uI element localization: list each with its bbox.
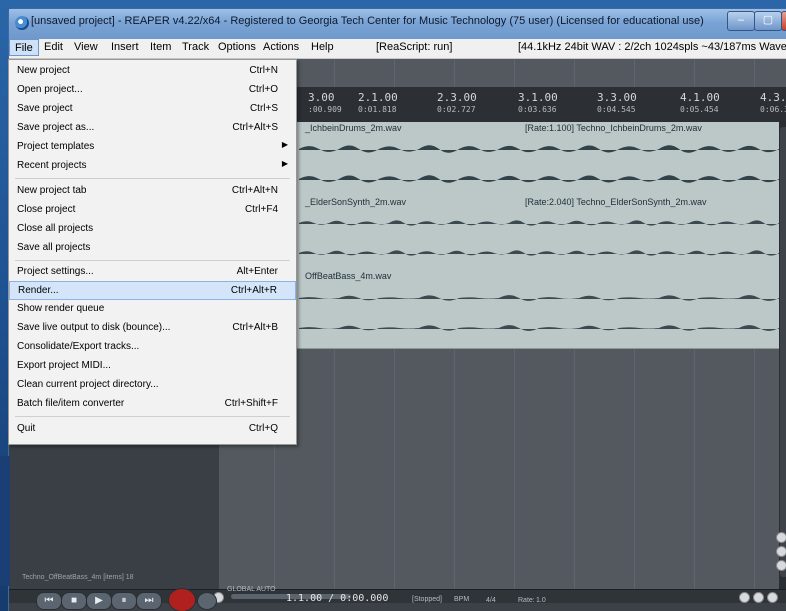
menu-new-project[interactable]: New project Ctrl+N	[9, 62, 296, 81]
menu-edit[interactable]: Edit	[44, 41, 63, 53]
zoom-out-button[interactable]	[776, 546, 786, 557]
menu-bar: File Edit View Insert Item Track Options…	[9, 39, 786, 59]
item-label: OffBeatBass_4m.wav	[305, 271, 392, 281]
menu-save-all-projects[interactable]: Save all projects	[9, 239, 296, 258]
menu-help[interactable]: Help	[311, 41, 334, 53]
title-bar[interactable]: [unsaved project] - REAPER v4.22/x64 - R…	[9, 9, 786, 39]
menu-actions[interactable]: Actions	[263, 41, 299, 53]
maximize-button[interactable]: ▢	[754, 11, 782, 31]
vertical-scrollbar-thumb[interactable]	[780, 127, 786, 577]
menu-save-project-as[interactable]: Save project as... Ctrl+Alt+S	[9, 119, 296, 138]
menu-clean-project-directory[interactable]: Clean current project directory...	[9, 376, 296, 395]
hzoom-out-button[interactable]	[753, 592, 764, 603]
play-state-label: [Stopped]	[412, 596, 442, 603]
menu-file[interactable]: File	[9, 39, 39, 56]
waveform-track-1	[299, 145, 779, 183]
hzoom-in-button[interactable]	[739, 592, 750, 603]
bpm-label[interactable]: BPM	[454, 596, 469, 603]
close-button[interactable]: ✕	[781, 11, 786, 31]
ruler-tick: 3.00:00.909	[308, 91, 342, 114]
menu-track[interactable]: Track	[182, 41, 209, 53]
stop-button[interactable]: ■	[61, 592, 87, 610]
menu-render[interactable]: Render... Ctrl+Alt+R	[9, 281, 296, 300]
track-2-lane[interactable]: _ElderSonSynth_2m.wav [Rate:2.040] Techn…	[219, 196, 786, 271]
pause-button[interactable]: ⏸	[111, 592, 137, 610]
menu-open-project[interactable]: Open project... Ctrl+O	[9, 81, 296, 100]
zoom-reset-button[interactable]	[776, 560, 786, 571]
go-to-start-button[interactable]: ⏮	[36, 592, 62, 610]
reascript-status: [ReaScript: run]	[376, 41, 453, 53]
submenu-arrow-icon: ▶	[281, 140, 288, 149]
rate-value[interactable]: 1.0	[536, 597, 546, 604]
item-label: _IchbeinDrums_2m.wav	[305, 123, 402, 133]
menu-show-render-queue[interactable]: Show render queue	[9, 300, 296, 319]
menu-project-templates[interactable]: Project templates ▶	[9, 138, 296, 157]
audio-device-status: [44.1kHz 24bit WAV : 2/2ch 1024spls ~43/…	[518, 41, 786, 53]
screen: [unsaved project] - REAPER v4.22/x64 - R…	[0, 0, 786, 611]
item-selection-status: Techno_OffBeatBass_4m [items] 18	[22, 574, 134, 581]
go-to-end-button[interactable]: ⏭	[136, 592, 162, 610]
menu-project-settings[interactable]: Project settings... Alt+Enter	[9, 263, 296, 282]
ruler-tick: 4.1.00 0:05.454	[680, 91, 720, 114]
file-menu-dropdown: New project Ctrl+N Open project... Ctrl+O …	[8, 59, 297, 445]
menu-batch-converter[interactable]: Batch file/item converter Ctrl+Shift+F	[9, 395, 296, 414]
menu-export-midi[interactable]: Export project MIDI...	[9, 357, 296, 376]
minimize-button[interactable]: –	[727, 11, 755, 31]
time-signature-label[interactable]: 4/4	[486, 597, 496, 604]
ruler-tick: 4.3.000:06.36	[760, 91, 786, 114]
menu-save-project[interactable]: Save project Ctrl+S	[9, 100, 296, 119]
menu-item[interactable]: Item	[150, 41, 171, 53]
global-auto-label[interactable]: GLOBAL AUTO	[227, 586, 276, 593]
hzoom-reset-button[interactable]	[767, 592, 778, 603]
menu-separator	[15, 416, 290, 417]
item-label: [Rate:2.040] Techno_ElderSonSynth_2m.wav	[525, 197, 707, 207]
timeline-ruler[interactable]: 3.00:00.909 2.1.00 0:01.818 2.3.00 0:02.72…	[219, 87, 786, 123]
loop-toggle-button[interactable]	[197, 592, 217, 610]
menu-save-live-output[interactable]: Save live output to disk (bounce)... Ctrl…	[9, 319, 296, 338]
menu-options[interactable]: Options	[218, 41, 256, 53]
desktop-sidebar	[0, 456, 10, 586]
reaper-app-icon	[15, 16, 29, 30]
menu-close-project[interactable]: Close project Ctrl+F4	[9, 201, 296, 220]
menu-insert[interactable]: Insert	[111, 41, 139, 53]
rate-label: Rate:	[518, 597, 535, 604]
waveform-track-3	[299, 295, 779, 331]
menu-separator	[15, 260, 290, 261]
zoom-in-button[interactable]	[776, 532, 786, 543]
ruler-tick: 3.1.00 0:03.636	[518, 91, 558, 114]
time-position-display[interactable]: 1.1.00 / 0:00.000	[286, 593, 388, 604]
item-label: _ElderSonSynth_2m.wav	[305, 197, 407, 207]
play-button[interactable]: ▶	[86, 592, 112, 610]
window-title: [unsaved project] - REAPER v4.22/x64 - R…	[31, 15, 704, 27]
menu-consolidate-export[interactable]: Consolidate/Export tracks...	[9, 338, 296, 357]
ruler-tick: 2.1.00 0:01.818	[358, 91, 398, 114]
menu-recent-projects[interactable]: Recent projects ▶	[9, 157, 296, 176]
submenu-arrow-icon: ▶	[281, 159, 288, 168]
ruler-tick: 2.3.00 0:02.727	[437, 91, 477, 114]
track-3-lane[interactable]: OffBeatBass_4m.wav	[219, 270, 786, 349]
menu-quit[interactable]: Quit Ctrl+Q	[9, 420, 296, 439]
menu-separator	[15, 178, 290, 179]
vertical-scrollbar[interactable]	[779, 121, 786, 589]
record-button[interactable]	[168, 588, 196, 611]
ruler-tick: 3.3.00 0:04.545	[597, 91, 637, 114]
menu-new-project-tab[interactable]: New project tab Ctrl+Alt+N	[9, 182, 296, 201]
item-label: [Rate:1.100] Techno_IchbeinDrums_2m.wav	[525, 123, 702, 133]
track-1-lane[interactable]: _IchbeinDrums_2m.wav [Rate:1.100] Techno…	[219, 122, 786, 197]
menu-close-all-projects[interactable]: Close all projects	[9, 220, 296, 239]
menu-view[interactable]: View	[74, 41, 98, 53]
waveform-track-2	[299, 220, 779, 256]
